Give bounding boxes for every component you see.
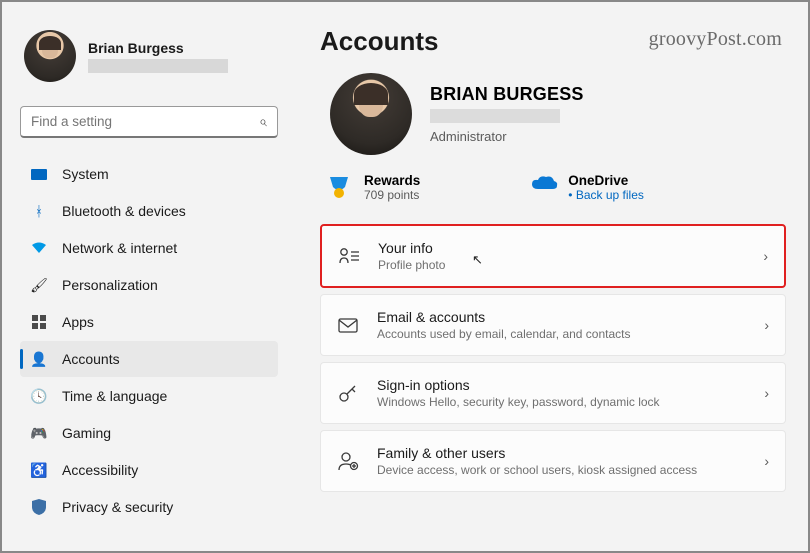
nav-label: Bluetooth & devices bbox=[62, 203, 186, 219]
nav-label: Network & internet bbox=[62, 240, 177, 256]
rewards-sub: 709 points bbox=[364, 188, 420, 202]
nav-network[interactable]: Network & internet bbox=[20, 230, 278, 266]
nav-label: Privacy & security bbox=[62, 499, 173, 515]
add-user-icon bbox=[337, 451, 359, 471]
nav-personalization[interactable]: 🖌 Personalization bbox=[20, 267, 278, 303]
chevron-right-icon: › bbox=[764, 385, 769, 401]
row-title: Email & accounts bbox=[377, 309, 630, 325]
person-icon: 👤 bbox=[30, 350, 48, 368]
user-name: Brian Burgess bbox=[88, 40, 228, 56]
settings-rows: Your info Profile photo ↖ › Email & acco… bbox=[320, 224, 786, 492]
row-title: Sign-in options bbox=[377, 377, 660, 393]
onedrive-icon bbox=[530, 175, 556, 201]
nav-label: Accessibility bbox=[62, 462, 138, 478]
onedrive-title: OneDrive bbox=[568, 173, 644, 188]
account-display-name: BRIAN BURGESS bbox=[430, 84, 584, 105]
email-icon bbox=[337, 318, 359, 333]
row-sub: Profile photo bbox=[378, 258, 445, 272]
nav-time-language[interactable]: 🕓 Time & language bbox=[20, 378, 278, 414]
user-email-redacted bbox=[88, 59, 228, 73]
bluetooth-icon: ᚼ bbox=[30, 202, 48, 220]
account-role: Administrator bbox=[430, 129, 584, 144]
your-info-icon bbox=[338, 247, 360, 265]
user-header[interactable]: Brian Burgess bbox=[20, 26, 278, 86]
rewards-title: Rewards bbox=[364, 173, 420, 188]
key-icon bbox=[337, 383, 359, 403]
nav-label: Personalization bbox=[62, 277, 158, 293]
cursor-icon: ↖ bbox=[472, 252, 483, 268]
row-signin-options[interactable]: Sign-in options Windows Hello, security … bbox=[320, 362, 786, 424]
onedrive-card[interactable]: OneDrive Back up files bbox=[530, 173, 644, 202]
chevron-right-icon: › bbox=[763, 248, 768, 264]
onedrive-sub[interactable]: Back up files bbox=[568, 188, 644, 202]
search-icon: ⌕ bbox=[259, 113, 267, 130]
display-icon bbox=[30, 165, 48, 183]
avatar bbox=[330, 73, 412, 155]
search-input[interactable] bbox=[31, 114, 259, 129]
rewards-icon bbox=[326, 175, 352, 201]
nav-gaming[interactable]: 🎮 Gaming bbox=[20, 415, 278, 451]
row-title: Your info bbox=[378, 240, 445, 256]
nav-accessibility[interactable]: ♿ Accessibility bbox=[20, 452, 278, 488]
gamepad-icon: 🎮 bbox=[30, 424, 48, 442]
rewards-card[interactable]: Rewards 709 points bbox=[326, 173, 420, 202]
settings-sidebar: Brian Burgess ⌕ System ᚼ Bluetooth & devi… bbox=[2, 2, 292, 551]
nav-label: Time & language bbox=[62, 388, 167, 404]
row-sub: Accounts used by email, calendar, and co… bbox=[377, 327, 630, 341]
row-title: Family & other users bbox=[377, 445, 697, 461]
row-family-users[interactable]: Family & other users Device access, work… bbox=[320, 430, 786, 492]
search-input-container[interactable]: ⌕ bbox=[20, 106, 278, 138]
row-your-info[interactable]: Your info Profile photo ↖ › bbox=[320, 224, 786, 288]
nav-list: System ᚼ Bluetooth & devices Network & in… bbox=[20, 156, 278, 525]
account-email-redacted bbox=[430, 109, 560, 123]
chevron-right-icon: › bbox=[764, 453, 769, 469]
nav-label: Accounts bbox=[62, 351, 120, 367]
nav-privacy[interactable]: Privacy & security bbox=[20, 489, 278, 525]
chevron-right-icon: › bbox=[764, 317, 769, 333]
nav-label: Apps bbox=[62, 314, 94, 330]
avatar bbox=[24, 30, 76, 82]
wifi-icon bbox=[30, 239, 48, 257]
row-sub: Windows Hello, security key, password, d… bbox=[377, 395, 660, 409]
apps-icon bbox=[30, 313, 48, 331]
row-sub: Device access, work or school users, kio… bbox=[377, 463, 697, 477]
account-hero: BRIAN BURGESS Administrator bbox=[320, 73, 786, 155]
shield-icon bbox=[30, 498, 48, 516]
nav-label: Gaming bbox=[62, 425, 111, 441]
nav-bluetooth[interactable]: ᚼ Bluetooth & devices bbox=[20, 193, 278, 229]
nav-label: System bbox=[62, 166, 109, 182]
watermark: groovyPost.com bbox=[649, 28, 782, 51]
accessibility-icon: ♿ bbox=[30, 461, 48, 479]
main-panel: Accounts BRIAN BURGESS Administrator Rew… bbox=[292, 2, 808, 551]
row-email-accounts[interactable]: Email & accounts Accounts used by email,… bbox=[320, 294, 786, 356]
clock-icon: 🕓 bbox=[30, 387, 48, 405]
nav-apps[interactable]: Apps bbox=[20, 304, 278, 340]
nav-system[interactable]: System bbox=[20, 156, 278, 192]
nav-accounts[interactable]: 👤 Accounts bbox=[20, 341, 278, 377]
summary-cards: Rewards 709 points OneDrive Back up file… bbox=[320, 173, 786, 202]
paintbrush-icon: 🖌 bbox=[30, 276, 48, 294]
